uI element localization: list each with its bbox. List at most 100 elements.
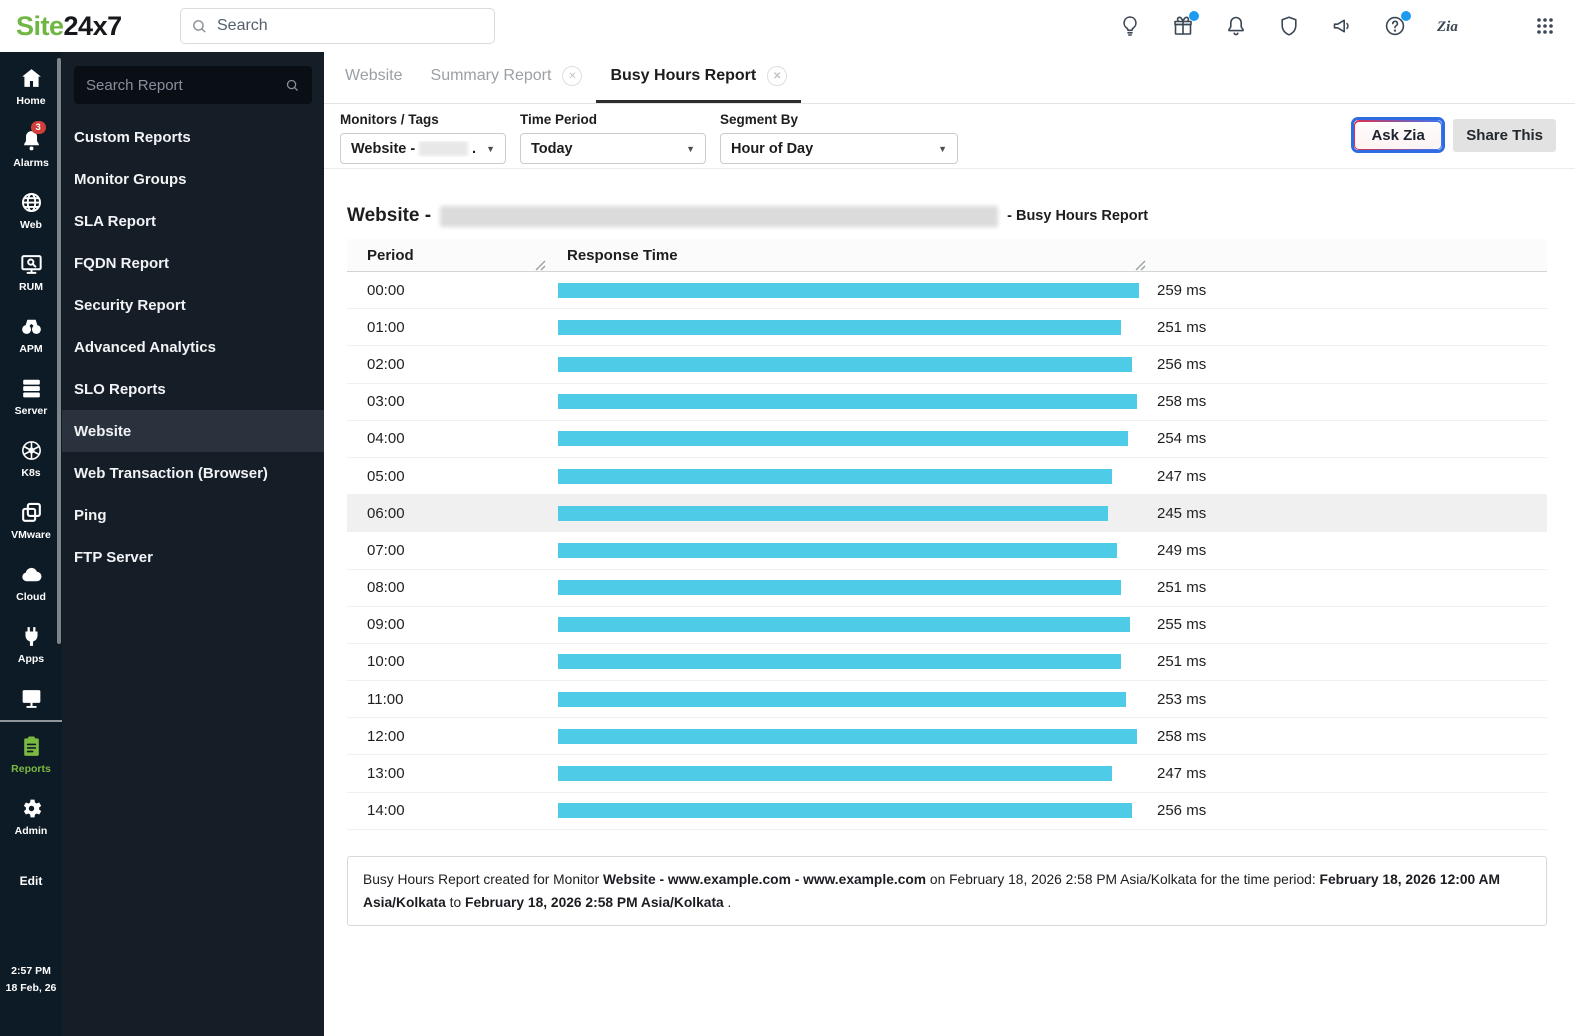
table-row[interactable]: 13:00 247 ms <box>347 755 1547 793</box>
sidebar-item-website[interactable]: Website <box>62 410 324 452</box>
nav-rail-item-label: RUM <box>19 281 43 293</box>
global-search[interactable] <box>180 8 495 44</box>
sidebar-item-sla-report[interactable]: SLA Report <box>62 200 324 242</box>
sidebar-item-slo-reports[interactable]: SLO Reports <box>62 368 324 410</box>
shield-icon[interactable] <box>1277 14 1301 38</box>
table-header: Period Response Time <box>347 239 1547 272</box>
segment-by-dropdown[interactable]: Hour of Day ▼ <box>720 133 958 164</box>
site24x7-logo[interactable]: Site24x7 <box>16 11 122 42</box>
nav-rail-item-server[interactable]: Server <box>0 376 62 417</box>
column-header-period[interactable]: Period <box>347 247 558 264</box>
note-text: on February 18, 2026 2:58 PM Asia/Kolkat… <box>926 871 1320 887</box>
table-row[interactable]: 09:00 255 ms <box>347 607 1547 644</box>
close-icon[interactable]: ✕ <box>767 66 788 86</box>
table-row[interactable]: 12:00 258 ms <box>347 718 1547 756</box>
zia-icon[interactable]: Zia <box>1436 14 1460 38</box>
monitors-filter-label: Monitors / Tags <box>340 112 439 127</box>
table-row[interactable]: 14:00 256 ms <box>347 793 1547 830</box>
ask-zia-button[interactable]: Ask Zia <box>1355 121 1441 149</box>
report-sidebar: Custom ReportsMonitor GroupsSLA ReportFQ… <box>62 52 324 1036</box>
report-footer-note: Busy Hours Report created for Monitor We… <box>347 855 1547 927</box>
table-row[interactable]: 10:00 251 ms <box>347 644 1547 682</box>
nav-rail-item-label: Admin <box>14 825 48 837</box>
global-search-input[interactable] <box>217 17 467 35</box>
tab-busy-hours-report[interactable]: Busy Hours Report ✕ <box>596 52 802 103</box>
table-row[interactable]: 04:00 254 ms <box>347 421 1547 458</box>
tab-label: Summary Report <box>430 67 552 84</box>
help-icon[interactable] <box>1383 11 1411 38</box>
table-row[interactable]: 01:00 251 ms <box>347 309 1547 347</box>
alarm-count-badge: 3 <box>30 121 46 134</box>
nav-rail-item-k8s[interactable]: K8s <box>0 438 62 479</box>
table-row[interactable]: 00:00 259 ms <box>347 272 1547 310</box>
plug-icon <box>19 624 44 649</box>
logo-part-dark: 24x7 <box>63 10 123 41</box>
nav-rail-item-web[interactable]: Web <box>0 190 62 231</box>
tab-website[interactable]: Website <box>331 52 417 103</box>
share-this-button[interactable]: Share This <box>1453 118 1556 152</box>
close-icon[interactable]: ✕ <box>562 66 583 86</box>
column-header-response-time[interactable]: Response Time <box>558 247 1157 264</box>
nav-rail-item-apps[interactable]: Apps <box>0 624 62 665</box>
response-time-bar <box>558 319 1122 335</box>
table-row[interactable]: 06:00 245 ms <box>347 495 1547 533</box>
monitors-dropdown[interactable]: Website -. ▼ <box>340 133 506 164</box>
response-time-value: 259 ms <box>1157 281 1207 299</box>
nav-rail-item-reports[interactable]: Reports <box>0 734 62 775</box>
sidebar-item-ftp-server[interactable]: FTP Server <box>62 536 324 578</box>
logo-part-green: Site <box>16 10 64 41</box>
sidebar-item-monitor-groups[interactable]: Monitor Groups <box>62 158 324 200</box>
column-resize-icon[interactable] <box>1135 258 1146 271</box>
table-row[interactable]: 03:00 258 ms <box>347 384 1547 421</box>
response-time-bar-track <box>558 505 1157 521</box>
period-cell: 03:00 <box>367 393 405 411</box>
sidebar-item-security-report[interactable]: Security Report <box>62 284 324 326</box>
cloud-icon <box>19 562 44 587</box>
period-cell: 09:00 <box>367 616 405 634</box>
column-resize-icon[interactable] <box>535 258 546 271</box>
apps-grid-icon[interactable] <box>1533 14 1557 38</box>
response-time-bar-track <box>558 654 1157 670</box>
time-period-value: Today <box>531 140 573 157</box>
table-row[interactable]: 05:00 247 ms <box>347 458 1547 496</box>
report-search[interactable] <box>74 66 312 104</box>
time-period-label: Time Period <box>520 112 598 127</box>
response-time-bar-track <box>558 728 1157 744</box>
nav-rail-item-vmware[interactable]: VMware <box>0 500 62 541</box>
tab-label: Busy Hours Report <box>610 67 757 84</box>
table-row[interactable]: 02:00 256 ms <box>347 346 1547 384</box>
vmware-icon <box>19 500 44 525</box>
sidebar-item-fqdn-report[interactable]: FQDN Report <box>62 242 324 284</box>
response-time-bar <box>558 505 1108 521</box>
nav-rail-item-label: Web <box>20 219 42 231</box>
megaphone-icon[interactable] <box>1330 14 1354 38</box>
sidebar-item-advanced-analytics[interactable]: Advanced Analytics <box>62 326 324 368</box>
server-icon <box>19 376 44 401</box>
nav-rail-item-cloud[interactable]: Cloud <box>0 562 62 603</box>
table-row[interactable]: 07:00 249 ms <box>347 532 1547 570</box>
nav-rail-item-admin[interactable]: Admin <box>0 796 62 837</box>
tab-summary-report[interactable]: Summary Report ✕ <box>417 52 597 103</box>
bell-icon[interactable] <box>1224 14 1248 38</box>
edit-button[interactable]: Edit <box>20 874 43 888</box>
time-period-dropdown[interactable]: Today ▼ <box>520 133 706 164</box>
sidebar-item-ping[interactable]: Ping <box>62 494 324 536</box>
nav-rail-item-home[interactable]: Home <box>0 66 62 107</box>
lightbulb-icon[interactable] <box>1118 14 1142 38</box>
table-row[interactable]: 11:00 253 ms <box>347 681 1547 719</box>
sidebar-item-custom-reports[interactable]: Custom Reports <box>62 116 324 158</box>
response-time-value: 256 ms <box>1157 802 1207 820</box>
response-time-bar-track <box>558 617 1157 633</box>
response-time-bar <box>558 803 1133 819</box>
gift-icon[interactable] <box>1171 11 1199 38</box>
report-search-input[interactable] <box>86 76 285 94</box>
sidebar-item-web-transaction-browser-[interactable]: Web Transaction (Browser) <box>62 452 324 494</box>
table-row[interactable]: 08:00 251 ms <box>347 570 1547 607</box>
response-time-bar-track <box>558 580 1157 596</box>
sidebar-scrollbar[interactable] <box>57 58 61 644</box>
nav-rail-item-alarms[interactable]: 3 Alarms <box>0 121 62 169</box>
nav-rail-item-hidden[interactable] <box>0 686 62 712</box>
chevron-down-icon: ▼ <box>486 143 495 154</box>
nav-rail-item-apm[interactable]: APM <box>0 314 62 355</box>
nav-rail-item-rum[interactable]: RUM <box>0 252 62 293</box>
